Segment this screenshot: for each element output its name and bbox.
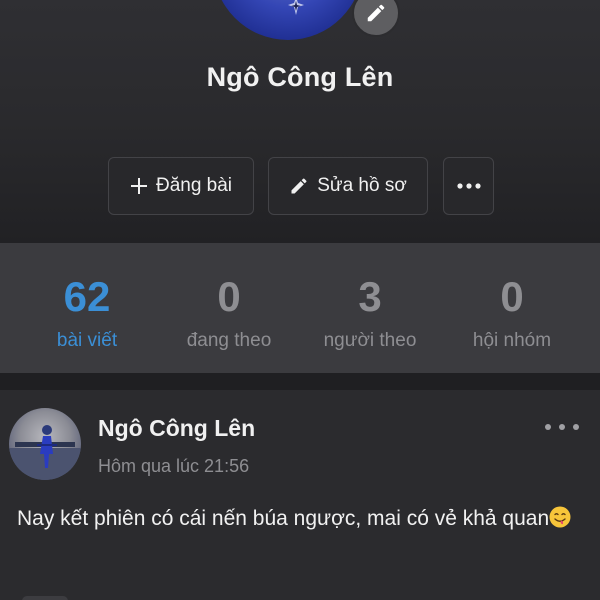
- edit-profile-label: Sửa hồ sơ: [317, 175, 407, 196]
- create-post-label: Đăng bài: [155, 175, 233, 196]
- post-author-avatar[interactable]: [9, 408, 81, 480]
- plus-icon: [130, 178, 147, 194]
- edit-avatar-button[interactable]: [352, 0, 400, 37]
- stat-following-label: đang theo: [186, 330, 272, 351]
- more-dots-icon: [573, 424, 579, 430]
- post-text: Nay kết phiên có cái nến búa ngược, mai …: [17, 507, 550, 530]
- stat-posts-value: 62: [63, 273, 111, 320]
- stat-followers[interactable]: 3 người theo: [295, 243, 445, 373]
- profile-page: Ngô Công Lên Đăng bài Sửa hồ sơ 62 bài v…: [0, 0, 600, 600]
- face-savoring-food-emoji-icon: [549, 506, 571, 528]
- stat-groups[interactable]: 0 hội nhóm: [437, 243, 587, 373]
- profile-stats: 62 bài viết 0 đang theo 3 người theo 0 h…: [0, 243, 600, 373]
- stat-followers-value: 3: [358, 273, 382, 320]
- more-options-button[interactable]: [443, 157, 494, 215]
- bottom-edge-element: [22, 596, 68, 600]
- post-content: Nay kết phiên có cái nến búa ngược, mai …: [17, 502, 592, 536]
- stat-posts-label: bài viết: [56, 330, 118, 351]
- avatar-figure-icon: [288, 0, 304, 15]
- post-options-button[interactable]: [545, 417, 579, 437]
- stat-groups-value: 0: [500, 273, 524, 320]
- avatar-photo-icon: [9, 425, 81, 480]
- profile-header: Ngô Công Lên Đăng bài Sửa hồ sơ: [0, 0, 600, 243]
- post-timestamp: Hôm qua lúc 21:56: [98, 456, 250, 476]
- post-card: Ngô Công Lên Hôm qua lúc 21:56 Nay kết p…: [0, 390, 600, 600]
- pencil-icon: [367, 4, 385, 22]
- more-dots-icon: [545, 424, 551, 430]
- edit-profile-button[interactable]: Sửa hồ sơ: [268, 157, 428, 215]
- more-dots-icon: [559, 424, 565, 430]
- pencil-icon: [291, 178, 307, 194]
- stat-followers-label: người theo: [323, 330, 417, 351]
- create-post-button[interactable]: Đăng bài: [108, 157, 254, 215]
- stat-posts[interactable]: 62 bài viết: [12, 243, 162, 373]
- stat-groups-label: hội nhóm: [472, 330, 552, 351]
- profile-name: Ngô Công Lên: [206, 62, 394, 92]
- stat-following[interactable]: 0 đang theo: [154, 243, 304, 373]
- more-dots-icon: [456, 183, 481, 189]
- post-author-name[interactable]: Ngô Công Lên: [98, 415, 255, 442]
- profile-avatar[interactable]: [213, 0, 363, 40]
- stat-following-value: 0: [217, 273, 241, 320]
